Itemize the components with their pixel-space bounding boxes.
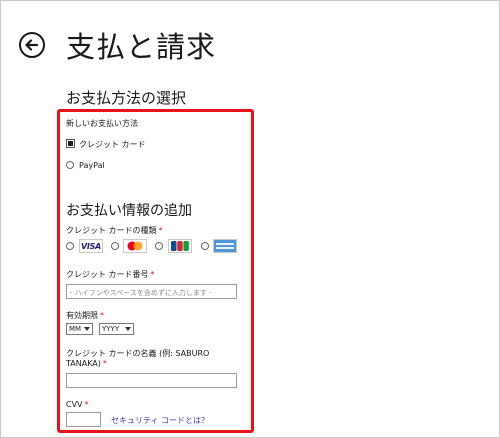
checked-mark-icon	[68, 141, 73, 146]
expiry-label: 有効期限 *	[66, 310, 104, 321]
amex-radio[interactable]	[201, 242, 209, 250]
payment-method-section-title: お支払方法の選択	[66, 89, 187, 107]
chevron-down-icon	[125, 327, 131, 331]
cardholder-name-label-line2: TANAKA) *	[66, 359, 107, 368]
payment-info-title: お支払い情報の追加	[66, 203, 192, 219]
jcb-logo-icon[interactable]	[168, 239, 192, 253]
expiry-month-value: MM	[69, 325, 82, 333]
card-type-label: クレジット カードの種類 *	[66, 225, 163, 236]
expiry-year-value: YYYY	[102, 325, 120, 333]
cvv-label-text: CVV	[66, 400, 83, 409]
card-number-label: クレジット カード番号 *	[66, 269, 155, 280]
mastercard-logo-icon[interactable]	[123, 239, 147, 253]
page-title: 支払と請求	[66, 30, 217, 64]
expiry-month-select[interactable]: MM	[66, 323, 93, 335]
cardholder-name-input[interactable]	[66, 373, 237, 388]
visa-radio[interactable]	[66, 242, 74, 250]
card-number-label-text: クレジット カード番号	[66, 270, 149, 279]
jcb-radio[interactable]	[155, 242, 163, 250]
required-mark: *	[158, 226, 163, 235]
required-mark: *	[100, 311, 104, 320]
mastercard-radio[interactable]	[111, 242, 119, 250]
visa-logo-text: VISA	[81, 241, 101, 251]
credit-card-option-checkbox[interactable]	[66, 139, 75, 148]
expiry-label-text: 有効期限	[66, 311, 98, 320]
paypal-option-label[interactable]: PayPal	[79, 161, 105, 170]
credit-card-option-label[interactable]: クレジット カード	[79, 139, 146, 150]
cardholder-name-label-line1: クレジット カードの名義 (例: SABURO	[66, 349, 210, 358]
required-mark: *	[84, 400, 89, 409]
cardholder-name-label-text: TANAKA)	[66, 359, 101, 368]
expiry-year-select[interactable]: YYYY	[99, 323, 134, 335]
required-mark: *	[102, 359, 107, 368]
back-arrow-icon	[25, 39, 39, 51]
card-type-label-text: クレジット カードの種類	[66, 226, 157, 235]
cvv-label: CVV *	[66, 400, 89, 409]
jcb-stripes-icon	[171, 241, 189, 251]
paypal-option-radio[interactable]	[66, 161, 74, 169]
mastercard-circles-icon	[127, 241, 143, 251]
cvv-input[interactable]	[66, 412, 101, 427]
card-number-input[interactable]: - ハイフンやスペースを含めずに入力します -	[66, 284, 237, 299]
amex-logo-icon[interactable]	[213, 239, 237, 253]
visa-logo-icon[interactable]: VISA	[79, 239, 103, 253]
security-code-help-link[interactable]: セキュリティ コードとは?	[111, 415, 205, 426]
required-mark: *	[150, 270, 155, 279]
back-button[interactable]	[19, 32, 45, 58]
amex-pattern-icon	[214, 240, 236, 252]
chevron-down-icon	[84, 327, 90, 331]
new-payment-method-label: 新しいお支払い方法	[66, 119, 138, 128]
